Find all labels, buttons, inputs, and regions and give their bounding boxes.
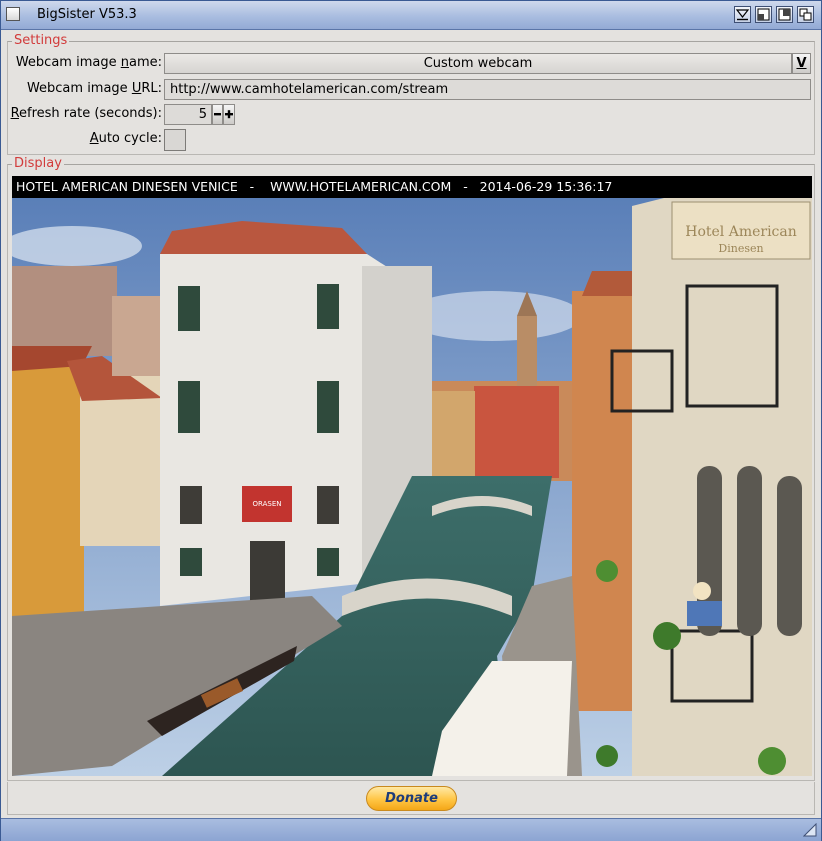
webcam-url-label: Webcam image URL: (26, 81, 162, 96)
maximize-icon (778, 8, 791, 21)
settings-group-label: Settings (12, 33, 70, 49)
zoom-button[interactable] (755, 6, 772, 23)
refresh-decrement-button[interactable] (212, 104, 223, 125)
status-bar (1, 818, 821, 841)
maximize-button[interactable] (776, 6, 793, 23)
webcam-name-chooser[interactable]: Custom webcam (164, 53, 792, 74)
webcam-name-value: Custom webcam (423, 56, 533, 71)
refresh-increment-button[interactable] (223, 104, 235, 125)
svg-text:Dinesen: Dinesen (718, 242, 763, 255)
auto-cycle-checkbox[interactable] (164, 129, 186, 151)
webcam-name-label: Webcam image name: (15, 55, 162, 70)
svg-text:ORASEN: ORASEN (253, 500, 282, 508)
resize-grip-icon[interactable] (803, 823, 817, 837)
cycle-icon: V (796, 56, 807, 71)
title-bar[interactable]: BigSister V53.3 (1, 1, 821, 30)
refresh-rate-label: Refresh rate (seconds): (10, 106, 162, 121)
iconify-button[interactable] (734, 6, 751, 23)
webcam-url-value: http://www.camhotelamerican.com/stream (170, 82, 449, 97)
webcam-url-field[interactable]: http://www.camhotelamerican.com/stream (164, 79, 811, 100)
refresh-rate-input[interactable]: 5 (164, 104, 212, 125)
minus-icon (214, 113, 221, 116)
chooser-cycle-button[interactable]: V (792, 53, 811, 74)
plus-icon (225, 110, 233, 119)
venice-canal-scene: ORASEN Hotel American Dinesen (12, 196, 812, 776)
webcam-image: ORASEN Hotel American Dinesen HOTEL AMER… (12, 176, 812, 776)
donate-button[interactable]: Donate (366, 786, 457, 811)
zoom-icon (757, 8, 770, 21)
app-window: BigSister V53.3 Settings Webcam image na… (0, 0, 822, 841)
iconify-icon (735, 9, 750, 21)
auto-cycle-label: Auto cycle: (89, 131, 162, 146)
refresh-rate-value: 5 (198, 107, 207, 122)
window-title: BigSister V53.3 (37, 7, 137, 22)
depth-button[interactable] (797, 6, 814, 23)
display-group-label: Display (12, 156, 64, 172)
webcam-caption: HOTEL AMERICAN DINESEN VENICE - WWW.HOTE… (12, 176, 812, 198)
depth-icon (799, 8, 812, 21)
close-window-button[interactable] (6, 7, 20, 21)
svg-text:Hotel American: Hotel American (685, 224, 797, 240)
